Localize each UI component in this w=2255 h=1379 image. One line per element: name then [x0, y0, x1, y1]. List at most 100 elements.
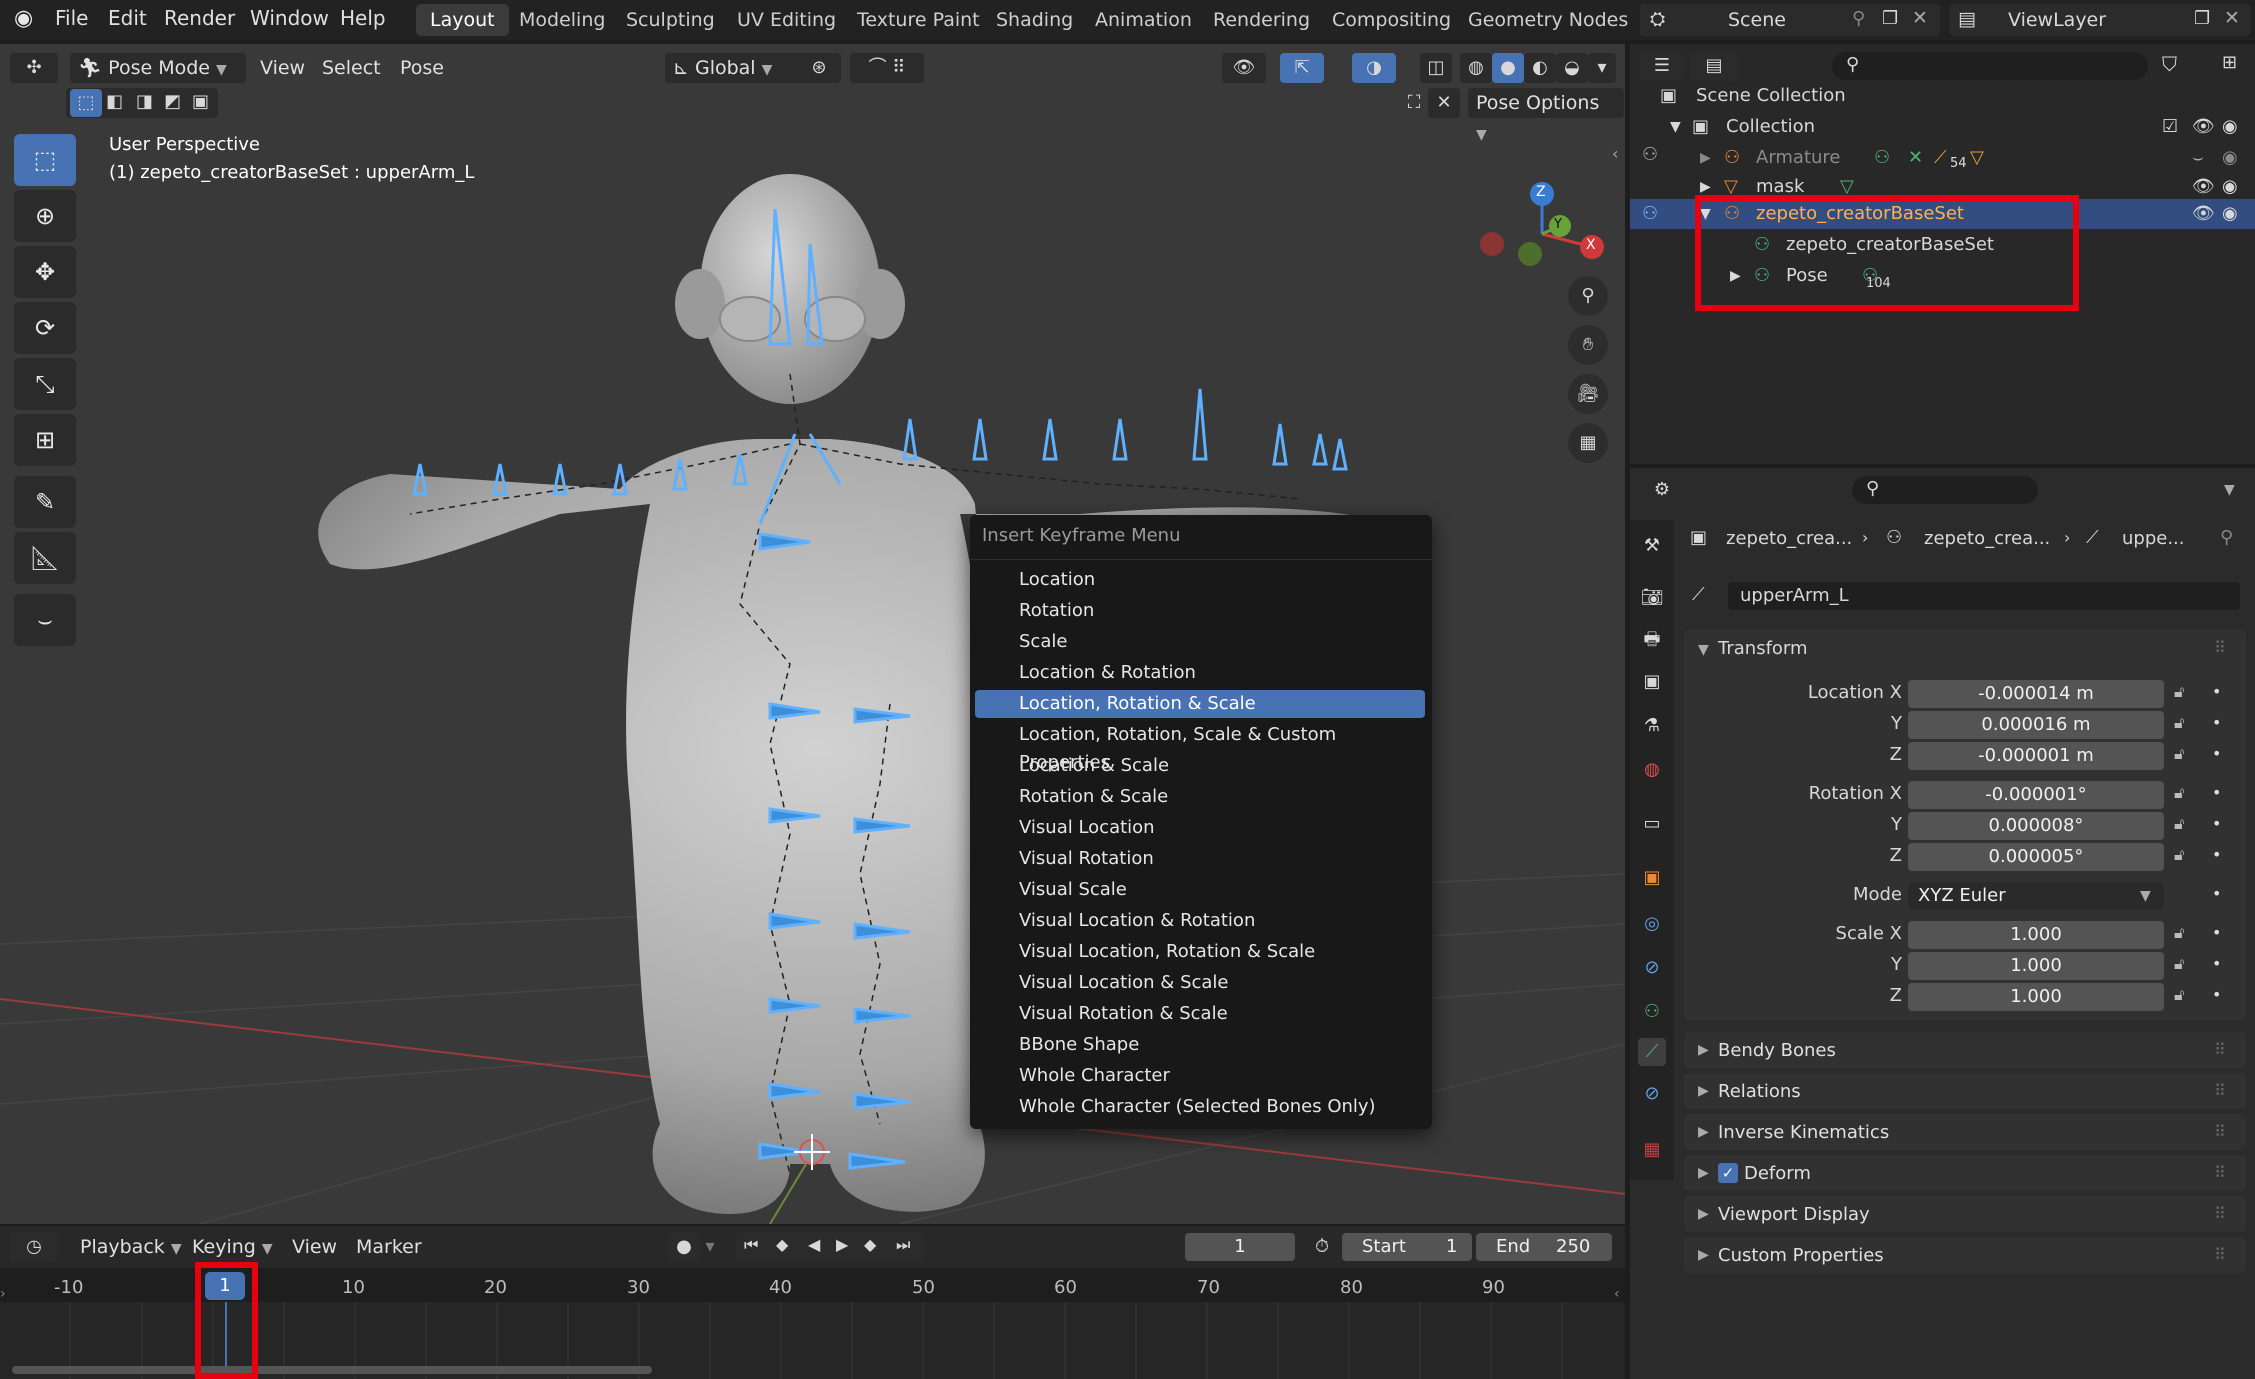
shading-wireframe-icon[interactable]: ◍	[1460, 53, 1492, 83]
menu-keying[interactable]: Keying ▼	[184, 1232, 281, 1262]
shading-solid-icon[interactable]: ●	[1492, 53, 1524, 83]
checkbox-icon[interactable]: ☑	[2162, 112, 2178, 142]
properties-search-input[interactable]: ⚲	[1852, 476, 2038, 504]
menu-item-loc-rot-scale-custom[interactable]: Location, Rotation, Scale & Custom Prope…	[975, 721, 1425, 773]
new-scene-icon[interactable]: ❐	[1882, 8, 1898, 29]
editor-type-icon[interactable]: ✣	[10, 53, 58, 83]
menu-file[interactable]: File	[55, 6, 88, 30]
keyframe-dot-icon[interactable]: •	[2212, 985, 2221, 1004]
annotate-icon[interactable]: ✎	[14, 476, 76, 528]
menu-item-visual-rotation-scale[interactable]: Visual Rotation & Scale	[975, 1000, 1425, 1028]
outliner-selector-pose-icon[interactable]: ⚇	[1642, 144, 1658, 165]
menu-render[interactable]: Render	[164, 6, 235, 30]
menu-item-visual-rotation[interactable]: Visual Rotation	[975, 845, 1425, 873]
eye-icon[interactable]: 👁︎	[2192, 199, 2215, 229]
timeline-scrollbar[interactable]	[12, 1366, 652, 1374]
transform-icon[interactable]: ⊞	[14, 414, 76, 466]
lock-icon[interactable]: 🔓︎	[2174, 682, 2184, 702]
menu-timeline-view[interactable]: View	[284, 1232, 345, 1262]
drag-handle-icon[interactable]: ⠿	[2214, 1122, 2226, 1141]
eye-icon[interactable]: 👁︎	[2192, 112, 2215, 142]
rotation-mode-dropdown[interactable]: XYZ Euler ▼	[1908, 882, 2164, 910]
panel-viewport-display[interactable]: ▶ Viewport Display ⠿	[1684, 1196, 2246, 1232]
scale-icon[interactable]: ⤡	[14, 358, 76, 410]
lock-icon[interactable]: 🔓︎	[2174, 954, 2184, 974]
view-layer-tab-icon[interactable]: ▣	[1638, 668, 1666, 696]
outliner-row-armature[interactable]: ▶ ⚇ Armature ⚇ ✕ ⟋ 54 ▽ ⌣ ◉	[1630, 143, 2255, 173]
menu-item-location-rotation-scale[interactable]: Location, Rotation & Scale	[975, 690, 1425, 718]
lock-icon[interactable]: 🔓︎	[2174, 783, 2184, 803]
collection-tab-icon[interactable]: ▭	[1638, 810, 1666, 838]
select-intersect-icon[interactable]: ▣	[192, 91, 209, 112]
drag-handle-icon[interactable]: ⠿	[2214, 1040, 2226, 1059]
snap-icon[interactable]: ⌒ ⠿	[850, 53, 924, 83]
tab-compositing[interactable]: Compositing	[1318, 4, 1465, 36]
outliner-row-mask[interactable]: ▶ ▽ mask ▽ 👁︎ ◉	[1630, 172, 2255, 194]
ortho-grid-icon[interactable]: ▦	[1568, 423, 1608, 463]
expand-arrow-icon[interactable]: ▼	[1670, 112, 1681, 142]
menu-item-whole-character[interactable]: Whole Character	[975, 1062, 1425, 1090]
transform-orientation-selector[interactable]: ⊾ Global ▼	[665, 53, 801, 83]
armature-data-tab-icon[interactable]: ⚇	[1638, 998, 1666, 1026]
new-collection-icon[interactable]: ⊞	[2222, 52, 2237, 73]
menu-item-rotation[interactable]: Rotation	[975, 597, 1425, 625]
scene-tab-icon[interactable]: ⚗	[1638, 712, 1666, 740]
location-y-field[interactable]: 0.000016 m	[1908, 711, 2164, 739]
bone-envelope-icon[interactable]: ⌣	[14, 594, 76, 646]
location-z-field[interactable]: -0.000001 m	[1908, 742, 2164, 770]
tab-layout[interactable]: Layout	[416, 4, 509, 36]
menu-marker[interactable]: Marker	[348, 1232, 430, 1262]
bone-tab-icon[interactable]: ⟋	[1638, 1038, 1666, 1066]
texture-tab-icon[interactable]: ▦	[1638, 1136, 1666, 1164]
panel-relations[interactable]: ▶ Relations ⠿	[1684, 1073, 2246, 1109]
jump-start-icon[interactable]: ⏮	[744, 1235, 758, 1255]
scale-z-field[interactable]: 1.000	[1908, 983, 2164, 1011]
filter-icon[interactable]: ⛉	[2162, 52, 2177, 76]
record-options-icon[interactable]: ▾	[698, 1232, 722, 1262]
panel-bendy-bones[interactable]: ▶ Bendy Bones ⠿	[1684, 1032, 2246, 1068]
outliner-row-scene-collection[interactable]: ▣ Scene Collection	[1630, 81, 2255, 111]
render-camera-icon[interactable]: ◉	[2222, 143, 2238, 173]
expand-arrow-icon[interactable]: ‹	[1614, 1286, 1620, 1302]
visibility-icon[interactable]: 👁︎	[1222, 53, 1266, 83]
outliner-row-collection[interactable]: ▼ ▣ Collection ☑ 👁︎ ◉	[1630, 112, 2255, 142]
current-frame-field[interactable]: 1	[1185, 1233, 1295, 1261]
jump-end-icon[interactable]: ⏭	[896, 1235, 910, 1255]
render-camera-icon[interactable]: ◉	[2222, 112, 2238, 142]
shading-material-icon[interactable]: ◐	[1524, 53, 1556, 83]
menu-view[interactable]: View	[252, 53, 313, 83]
pin-icon[interactable]: ⚲	[2220, 527, 2233, 548]
measure-icon[interactable]: 📐︎	[14, 532, 76, 584]
menu-item-location[interactable]: Location	[975, 566, 1425, 594]
drag-handle-icon[interactable]: ⠿	[2214, 638, 2226, 657]
menu-item-rotation-scale[interactable]: Rotation & Scale	[975, 783, 1425, 811]
view-layer-selector[interactable]: ▤ ViewLayer ❐ ✕	[1950, 4, 2250, 36]
render-camera-icon[interactable]: ◉	[2222, 199, 2238, 229]
shading-rendered-icon[interactable]: ◒	[1556, 53, 1588, 83]
location-x-field[interactable]: -0.000014 m	[1908, 680, 2164, 708]
select-new-icon[interactable]: ⬚	[70, 89, 102, 117]
shading-options-icon[interactable]: ▾	[1588, 53, 1616, 83]
next-keyframe-icon[interactable]: ◆	[864, 1235, 876, 1254]
object-tab-icon[interactable]: ▣	[1638, 864, 1666, 892]
lock-icon[interactable]: 🔓︎	[2174, 985, 2184, 1005]
select-extend-icon[interactable]: ◧	[106, 91, 123, 112]
panel-custom-properties[interactable]: ▶ Custom Properties ⠿	[1684, 1237, 2246, 1273]
panel-deform[interactable]: ▶ ✓ Deform ⠿	[1684, 1155, 2246, 1191]
chevron-down-icon[interactable]: ▼	[2224, 482, 2235, 498]
keyframe-dot-icon[interactable]: •	[2212, 954, 2221, 973]
overlay-toggle-icon[interactable]: ◑	[1352, 53, 1396, 83]
scale-y-field[interactable]: 1.000	[1908, 952, 2164, 980]
constraint-tab-icon[interactable]: ⊘	[1638, 954, 1666, 982]
xray-icon[interactable]: ◫	[1420, 53, 1452, 83]
keyframe-dot-icon[interactable]: •	[2212, 744, 2221, 763]
expand-arrow-icon[interactable]: ▶	[1700, 172, 1711, 194]
play-reverse-icon[interactable]: ◀	[808, 1235, 820, 1254]
tab-shading[interactable]: Shading	[982, 4, 1087, 36]
menu-edit[interactable]: Edit	[108, 6, 147, 30]
move-icon[interactable]: ✥	[14, 246, 76, 298]
new-view-layer-icon[interactable]: ❐	[2194, 8, 2210, 29]
keyframe-dot-icon[interactable]: •	[2212, 783, 2221, 802]
outliner-search-input[interactable]: ⚲	[1832, 52, 2148, 80]
select-subtract-icon[interactable]: ◨	[136, 91, 153, 112]
